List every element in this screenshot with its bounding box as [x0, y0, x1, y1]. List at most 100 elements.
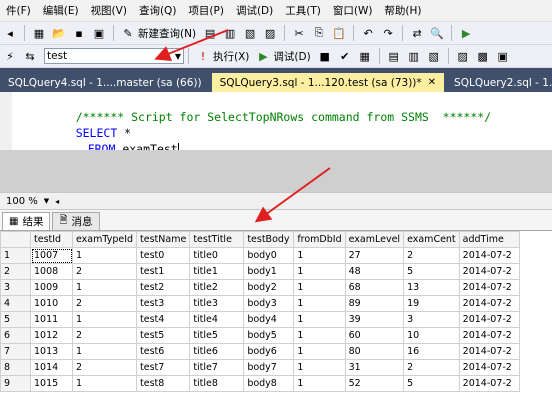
- table-cell[interactable]: body0: [243, 247, 295, 264]
- table-cell[interactable]: title7: [189, 359, 245, 376]
- query-options-icon[interactable]: ▤: [386, 48, 402, 64]
- table-cell[interactable]: test4: [136, 311, 191, 328]
- table-cell[interactable]: 80: [344, 343, 405, 360]
- table-cell[interactable]: body2: [243, 279, 295, 296]
- table-cell[interactable]: 1: [71, 375, 138, 392]
- table-cell[interactable]: 1: [293, 311, 346, 328]
- table-cell[interactable]: 1: [293, 279, 346, 296]
- table-cell[interactable]: 2014-07-2: [458, 295, 520, 312]
- row-number[interactable]: 9: [0, 375, 31, 392]
- change-connection-icon[interactable]: ⇆: [22, 48, 38, 64]
- table-cell[interactable]: 1: [71, 311, 138, 328]
- table-row[interactable]: 7 1013 1 test6 title6 body6 1 80 16 2014-07-2: [0, 343, 520, 360]
- db-engine-query-icon[interactable]: ▤: [202, 25, 218, 41]
- menu-query[interactable]: 查询(Q): [133, 3, 182, 18]
- connect-icon[interactable]: ⚡: [2, 48, 18, 64]
- table-cell[interactable]: 2014-07-2: [458, 279, 520, 296]
- debug-icon[interactable]: ▶: [255, 48, 271, 64]
- debug-button[interactable]: 调试(D): [273, 49, 310, 64]
- table-cell[interactable]: 19: [403, 295, 460, 312]
- table-cell[interactable]: 2: [403, 359, 460, 376]
- menu-edit[interactable]: 编辑(E): [37, 3, 85, 18]
- row-number[interactable]: 6: [0, 327, 31, 344]
- tab-sqlquery2[interactable]: SQLQuery2.sql - 1...m: [446, 73, 552, 92]
- table-cell[interactable]: test1: [136, 263, 191, 280]
- column-header[interactable]: examCent: [403, 231, 460, 248]
- table-cell[interactable]: 1: [293, 375, 346, 392]
- table-cell[interactable]: title5: [189, 327, 245, 344]
- table-cell[interactable]: 1: [71, 247, 138, 264]
- table-cell[interactable]: test2: [136, 279, 191, 296]
- undo-icon[interactable]: ↶: [360, 25, 376, 41]
- close-icon[interactable]: ✕: [428, 77, 436, 88]
- table-cell[interactable]: body3: [243, 295, 295, 312]
- table-cell[interactable]: 89: [344, 295, 405, 312]
- table-cell[interactable]: 1012: [30, 327, 73, 344]
- row-number[interactable]: 4: [0, 295, 31, 312]
- table-row[interactable]: 9 1015 1 test8 title8 body8 1 52 5 2014-07-2: [0, 375, 520, 392]
- table-cell[interactable]: 1010: [30, 295, 73, 312]
- table-cell[interactable]: test7: [136, 359, 191, 376]
- save-icon[interactable]: ▪: [71, 25, 87, 41]
- menu-tools[interactable]: 工具(T): [279, 3, 327, 18]
- table-row[interactable]: 6 1012 2 test5 title5 body5 1 60 10 2014-07-2: [0, 327, 520, 344]
- table-cell[interactable]: 39: [344, 311, 405, 328]
- menu-project[interactable]: 项目(P): [182, 3, 230, 18]
- cut-icon[interactable]: ✂: [291, 25, 307, 41]
- results-to-text-icon[interactable]: ▨: [455, 48, 471, 64]
- table-cell[interactable]: 2014-07-2: [458, 375, 520, 392]
- table-cell[interactable]: body1: [243, 263, 295, 280]
- table-cell[interactable]: 3: [403, 311, 460, 328]
- new-query-button[interactable]: 新建查询(N): [138, 26, 196, 41]
- table-cell[interactable]: title8: [189, 375, 245, 392]
- scroll-left-icon[interactable]: ◂: [55, 197, 59, 206]
- row-number[interactable]: 7: [0, 343, 31, 360]
- intellisense-icon[interactable]: ▥: [406, 48, 422, 64]
- table-cell[interactable]: title2: [189, 279, 245, 296]
- row-number[interactable]: 5: [0, 311, 31, 328]
- database-selector[interactable]: test ▼: [44, 48, 184, 64]
- table-cell[interactable]: test0: [136, 247, 191, 264]
- table-cell[interactable]: 2: [71, 263, 138, 280]
- table-cell[interactable]: 1: [293, 359, 346, 376]
- table-cell[interactable]: 2: [71, 359, 138, 376]
- new-project-icon[interactable]: ▦: [31, 25, 47, 41]
- table-row[interactable]: 5 1011 1 test4 title4 body4 1 39 3 2014-07-2: [0, 311, 520, 328]
- table-cell[interactable]: 10: [403, 327, 460, 344]
- row-number[interactable]: 1: [0, 247, 31, 264]
- table-cell[interactable]: 1: [71, 279, 138, 296]
- column-header[interactable]: fromDbId: [293, 231, 346, 248]
- table-cell[interactable]: 1015: [30, 375, 73, 392]
- table-cell[interactable]: 1014: [30, 359, 73, 376]
- column-header[interactable]: examTypeId: [71, 231, 138, 248]
- row-number[interactable]: 8: [0, 359, 31, 376]
- results-to-grid-icon[interactable]: ▩: [475, 48, 491, 64]
- menu-help[interactable]: 帮助(H): [378, 3, 427, 18]
- table-cell[interactable]: 1: [293, 295, 346, 312]
- table-cell[interactable]: title3: [189, 295, 245, 312]
- parse-icon[interactable]: ✔: [337, 48, 353, 64]
- column-header[interactable]: examLevel: [344, 231, 405, 248]
- menu-file[interactable]: 件(F): [0, 3, 37, 18]
- execute-icon[interactable]: !: [195, 48, 211, 64]
- save-all-icon[interactable]: ▣: [91, 25, 107, 41]
- table-cell[interactable]: body6: [243, 343, 295, 360]
- tab-sqlquery3[interactable]: SQLQuery3.sql - 1...120.test (sa (73))* …: [211, 73, 445, 92]
- table-cell[interactable]: 1007: [30, 247, 73, 264]
- table-cell[interactable]: 31: [344, 359, 405, 376]
- row-number-header[interactable]: [0, 231, 31, 248]
- row-number[interactable]: 2: [0, 263, 31, 280]
- analysis-query-icon[interactable]: ▥: [222, 25, 238, 41]
- table-cell[interactable]: 2: [71, 295, 138, 312]
- table-cell[interactable]: 1009: [30, 279, 73, 296]
- table-cell[interactable]: body8: [243, 375, 295, 392]
- table-cell[interactable]: 1011: [30, 311, 73, 328]
- column-header[interactable]: testTitle: [189, 231, 245, 248]
- tab-messages[interactable]: 🗎 消息: [52, 212, 100, 230]
- table-cell[interactable]: 1: [293, 327, 346, 344]
- table-cell[interactable]: test6: [136, 343, 191, 360]
- table-cell[interactable]: 1013: [30, 343, 73, 360]
- open-file-icon[interactable]: 📂: [51, 25, 67, 41]
- table-cell[interactable]: 5: [403, 263, 460, 280]
- mdx-query-icon[interactable]: ▧: [242, 25, 258, 41]
